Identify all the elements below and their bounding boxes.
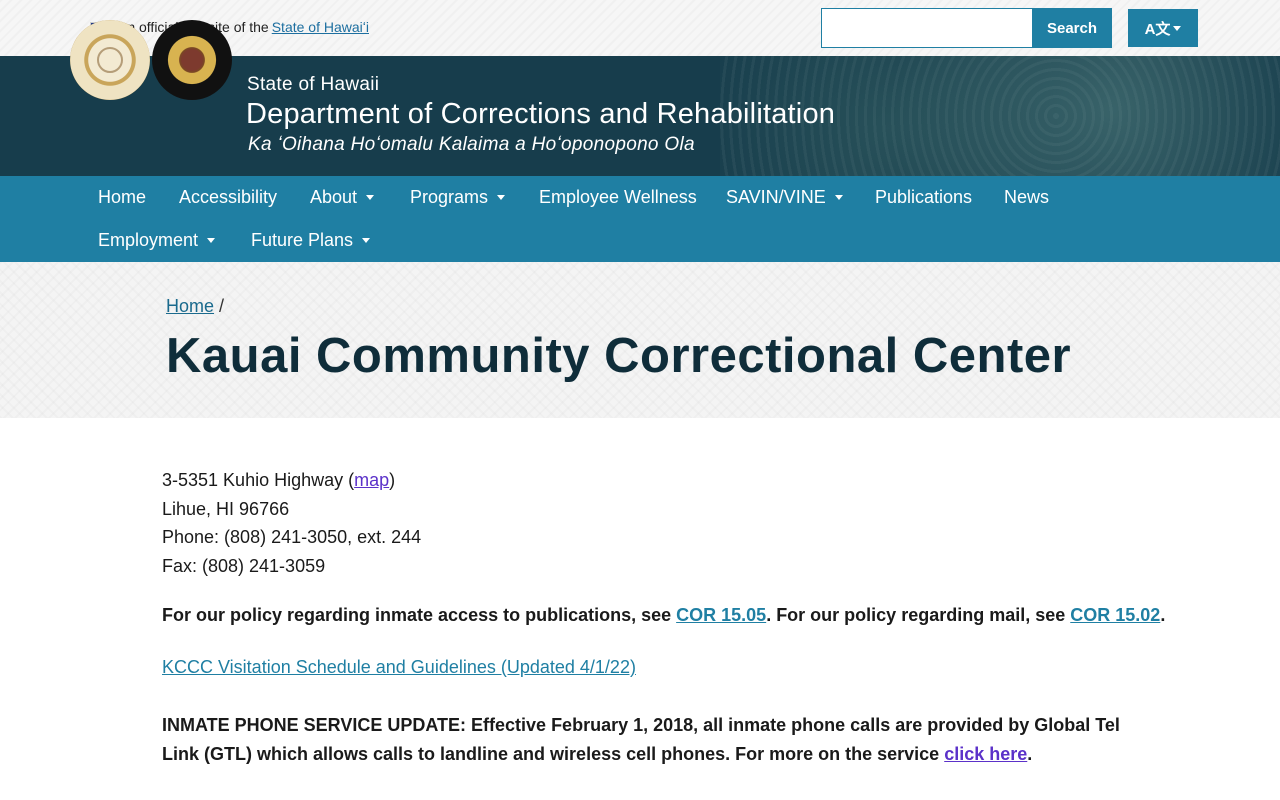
nav-item-label: Programs	[410, 186, 489, 207]
page-title-section: Home / Kauai Community Correctional Cent…	[0, 262, 1280, 418]
nav-employee-wellness[interactable]: Employee Wellness	[539, 182, 697, 212]
nav-programs[interactable]: Programs	[410, 182, 506, 212]
address-paren-close: )	[389, 470, 396, 490]
caret-down-icon	[834, 194, 843, 200]
caret-down-icon	[497, 194, 506, 200]
caret-down-icon	[366, 194, 375, 200]
nav-item-label: Future Plans	[251, 229, 354, 250]
breadcrumb: Home /	[166, 296, 224, 317]
cor-15-05-link[interactable]: COR 15.05	[676, 605, 766, 625]
department-seal-logo[interactable]	[152, 20, 232, 100]
nav-home[interactable]: Home	[98, 182, 146, 212]
cor-15-02-link[interactable]: COR 15.02	[1070, 605, 1160, 625]
caret-down-icon	[207, 237, 216, 243]
nav-item-label: Employee Wellness	[539, 186, 697, 207]
state-of-hawaii-link[interactable]: State of Hawaiʻi	[272, 19, 369, 35]
nav-employment[interactable]: Employment	[98, 225, 216, 255]
main-navigation: Home Accessibility About Programs Employ…	[0, 176, 1280, 262]
header-state-name: State of Hawaii	[247, 74, 380, 95]
nav-item-label: Employment	[98, 229, 199, 250]
phone-update-end: .	[1027, 744, 1033, 764]
nav-item-label: News	[1004, 186, 1050, 207]
nav-item-label: Home	[98, 186, 147, 207]
header-department-name[interactable]: Department of Corrections and Rehabilita…	[246, 98, 835, 131]
page-title: Kauai Community Correctional Center	[166, 329, 1072, 383]
language-button[interactable]: A文	[1128, 9, 1198, 47]
policy-text-middle: . For our policy regarding mail, see	[766, 605, 1071, 625]
phone-service-update: INMATE PHONE SERVICE UPDATE: Effective F…	[162, 711, 1122, 769]
nav-about[interactable]: About	[310, 182, 375, 212]
nav-item-label: Accessibility	[179, 186, 278, 207]
address-line-1: 3-5351 Kuhio Highway (map)	[162, 466, 1122, 495]
policy-text-start: For our policy regarding inmate access t…	[162, 605, 677, 625]
caret-down-icon	[1173, 25, 1182, 31]
map-link[interactable]: map	[354, 470, 389, 490]
nav-accessibility[interactable]: Accessibility	[179, 182, 277, 212]
breadcrumb-home-link[interactable]: Home	[166, 296, 214, 316]
click-here-link[interactable]: click here	[944, 744, 1027, 764]
policy-paragraph: For our policy regarding inmate access t…	[162, 605, 1165, 626]
nav-future-plans[interactable]: Future Plans	[251, 225, 371, 255]
policy-text-end: .	[1160, 605, 1166, 625]
caret-down-icon	[362, 237, 371, 243]
phone-number: Phone: (808) 241-3050, ext. 244	[162, 527, 422, 548]
header-hawaiian-name: Ka ʻOihana Hoʻomalu Kalaima a Hoʻoponopo…	[248, 134, 695, 155]
visitation-schedule-link[interactable]: KCCC Visitation Schedule and Guidelines …	[162, 657, 636, 677]
nav-publications[interactable]: Publications	[875, 182, 972, 212]
nav-item-label: Publications	[875, 186, 973, 207]
breadcrumb-separator: /	[219, 296, 225, 316]
address-street: 3-5351 Kuhio Highway (	[162, 470, 355, 490]
state-seal-logo[interactable]	[70, 20, 150, 100]
nav-news[interactable]: News	[1004, 182, 1049, 212]
search-input[interactable]	[821, 8, 1033, 48]
search-button[interactable]: Search	[1032, 8, 1112, 48]
main-content: 3-5351 Kuhio Highway (map) Lihue, HI 967…	[162, 466, 1165, 764]
address-line-2: Lihue, HI 96766	[162, 498, 290, 519]
fax-number: Fax: (808) 241-3059	[162, 556, 326, 577]
nav-item-label: SAVIN/VINE	[726, 186, 826, 207]
seal-center	[97, 47, 123, 73]
nav-item-label: About	[310, 186, 358, 207]
language-button-label: A文	[1144, 20, 1171, 38]
visitation-paragraph: KCCC Visitation Schedule and Guidelines …	[162, 657, 636, 678]
nav-savin-vine[interactable]: SAVIN/VINE	[726, 182, 843, 212]
seal-center	[179, 47, 205, 73]
